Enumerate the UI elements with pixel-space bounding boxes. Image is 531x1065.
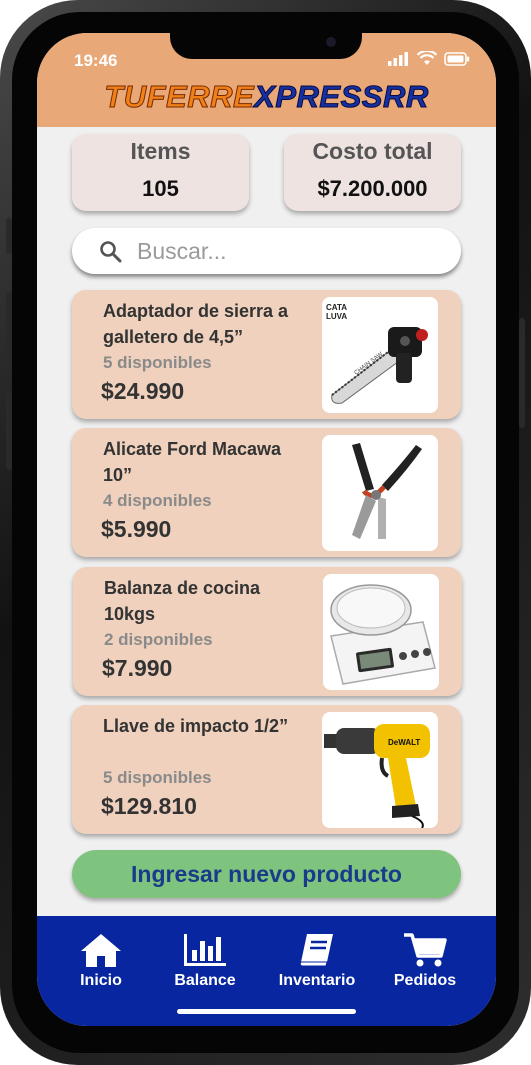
book-icon bbox=[299, 934, 333, 967]
phone-frame: 19:46 TUFERREXPRESSRR Items 105 Costo to… bbox=[0, 0, 531, 1065]
cart-icon bbox=[404, 933, 447, 967]
add-product-button[interactable]: Ingresar nuevo producto bbox=[72, 850, 461, 898]
total-cost-value: $7.200.000 bbox=[317, 176, 428, 201]
product-card[interactable]: Llave de impacto 1/2” 5 disponibles $129… bbox=[72, 705, 461, 834]
items-value: 105 bbox=[142, 176, 179, 201]
status-time: 19:46 bbox=[74, 51, 118, 70]
svg-text:DeWALT: DeWALT bbox=[388, 738, 420, 747]
product-stock: 5 disponibles bbox=[103, 768, 212, 787]
wifi-icon bbox=[417, 51, 437, 65]
product-stock: 2 disponibles bbox=[104, 630, 213, 649]
search-icon bbox=[100, 241, 122, 263]
logo-part-2: XPRESSRR bbox=[254, 79, 429, 115]
product-stock: 4 disponibles bbox=[103, 491, 212, 510]
product-image-kitchen-scale bbox=[323, 574, 439, 690]
nav-item-inventario[interactable]: Inventario bbox=[267, 932, 367, 990]
nav-item-pedidos[interactable]: Pedidos bbox=[375, 932, 475, 990]
app-screen: 19:46 TUFERREXPRESSRR Items 105 Costo to… bbox=[37, 33, 496, 1026]
product-name: Balanza de cocina 10kgs bbox=[104, 578, 261, 624]
nav-label: Inicio bbox=[80, 972, 122, 989]
bar-chart-icon bbox=[184, 934, 226, 966]
product-image-pliers bbox=[322, 435, 438, 551]
power-button bbox=[519, 318, 525, 428]
items-stat-card: Items 105 bbox=[72, 134, 249, 211]
product-price: $5.990 bbox=[101, 516, 172, 542]
product-stock: 5 disponibles bbox=[103, 353, 212, 372]
camera-notch bbox=[170, 33, 362, 59]
nav-label: Inventario bbox=[278, 972, 356, 989]
app-header: 19:46 TUFERREXPRESSRR bbox=[37, 33, 496, 127]
nav-label: Balance bbox=[174, 972, 236, 989]
total-cost-label: Costo total bbox=[312, 138, 433, 164]
product-price: $129.810 bbox=[101, 793, 197, 819]
nav-item-inicio[interactable]: Inicio bbox=[51, 932, 151, 990]
search-bar[interactable]: Buscar... bbox=[72, 228, 461, 274]
product-card[interactable]: Alicate Ford Macawa 10” 4 disponibles $5… bbox=[72, 428, 461, 557]
items-label: Items bbox=[130, 138, 191, 164]
product-name: Adaptador de sierra a galletero de 4,5” bbox=[103, 301, 289, 347]
search-input[interactable]: Buscar... bbox=[137, 238, 226, 265]
product-image-impact-wrench: DeWALT bbox=[322, 712, 438, 828]
battery-icon bbox=[444, 52, 470, 66]
product-name: Llave de impacto 1/2” bbox=[103, 716, 289, 736]
product-image-chainsaw-adapter: CATA LUVA CHAIN SAW bbox=[322, 297, 438, 413]
product-price: $7.990 bbox=[102, 655, 173, 681]
product-card[interactable]: Adaptador de sierra a galletero de 4,5” … bbox=[72, 290, 461, 419]
svg-text:LUVA: LUVA bbox=[326, 312, 347, 321]
product-name: Alicate Ford Macawa 10” bbox=[103, 439, 282, 485]
home-icon bbox=[81, 934, 121, 967]
home-indicator[interactable] bbox=[177, 1009, 356, 1014]
logo-part-1: TUFERRE bbox=[104, 79, 255, 115]
product-card[interactable]: Balanza de cocina 10kgs 2 disponibles $7… bbox=[73, 567, 462, 696]
nav-item-balance[interactable]: Balance bbox=[155, 932, 255, 990]
svg-text:CATA: CATA bbox=[326, 303, 347, 312]
product-price: $24.990 bbox=[101, 378, 185, 404]
app-logo: TUFERREXPRESSRR bbox=[37, 79, 496, 115]
status-icons bbox=[388, 51, 470, 66]
signal-icon bbox=[388, 52, 408, 66]
total-cost-card: Costo total $7.200.000 bbox=[284, 134, 461, 211]
camera-icon bbox=[326, 37, 336, 47]
nav-label: Pedidos bbox=[393, 972, 457, 989]
